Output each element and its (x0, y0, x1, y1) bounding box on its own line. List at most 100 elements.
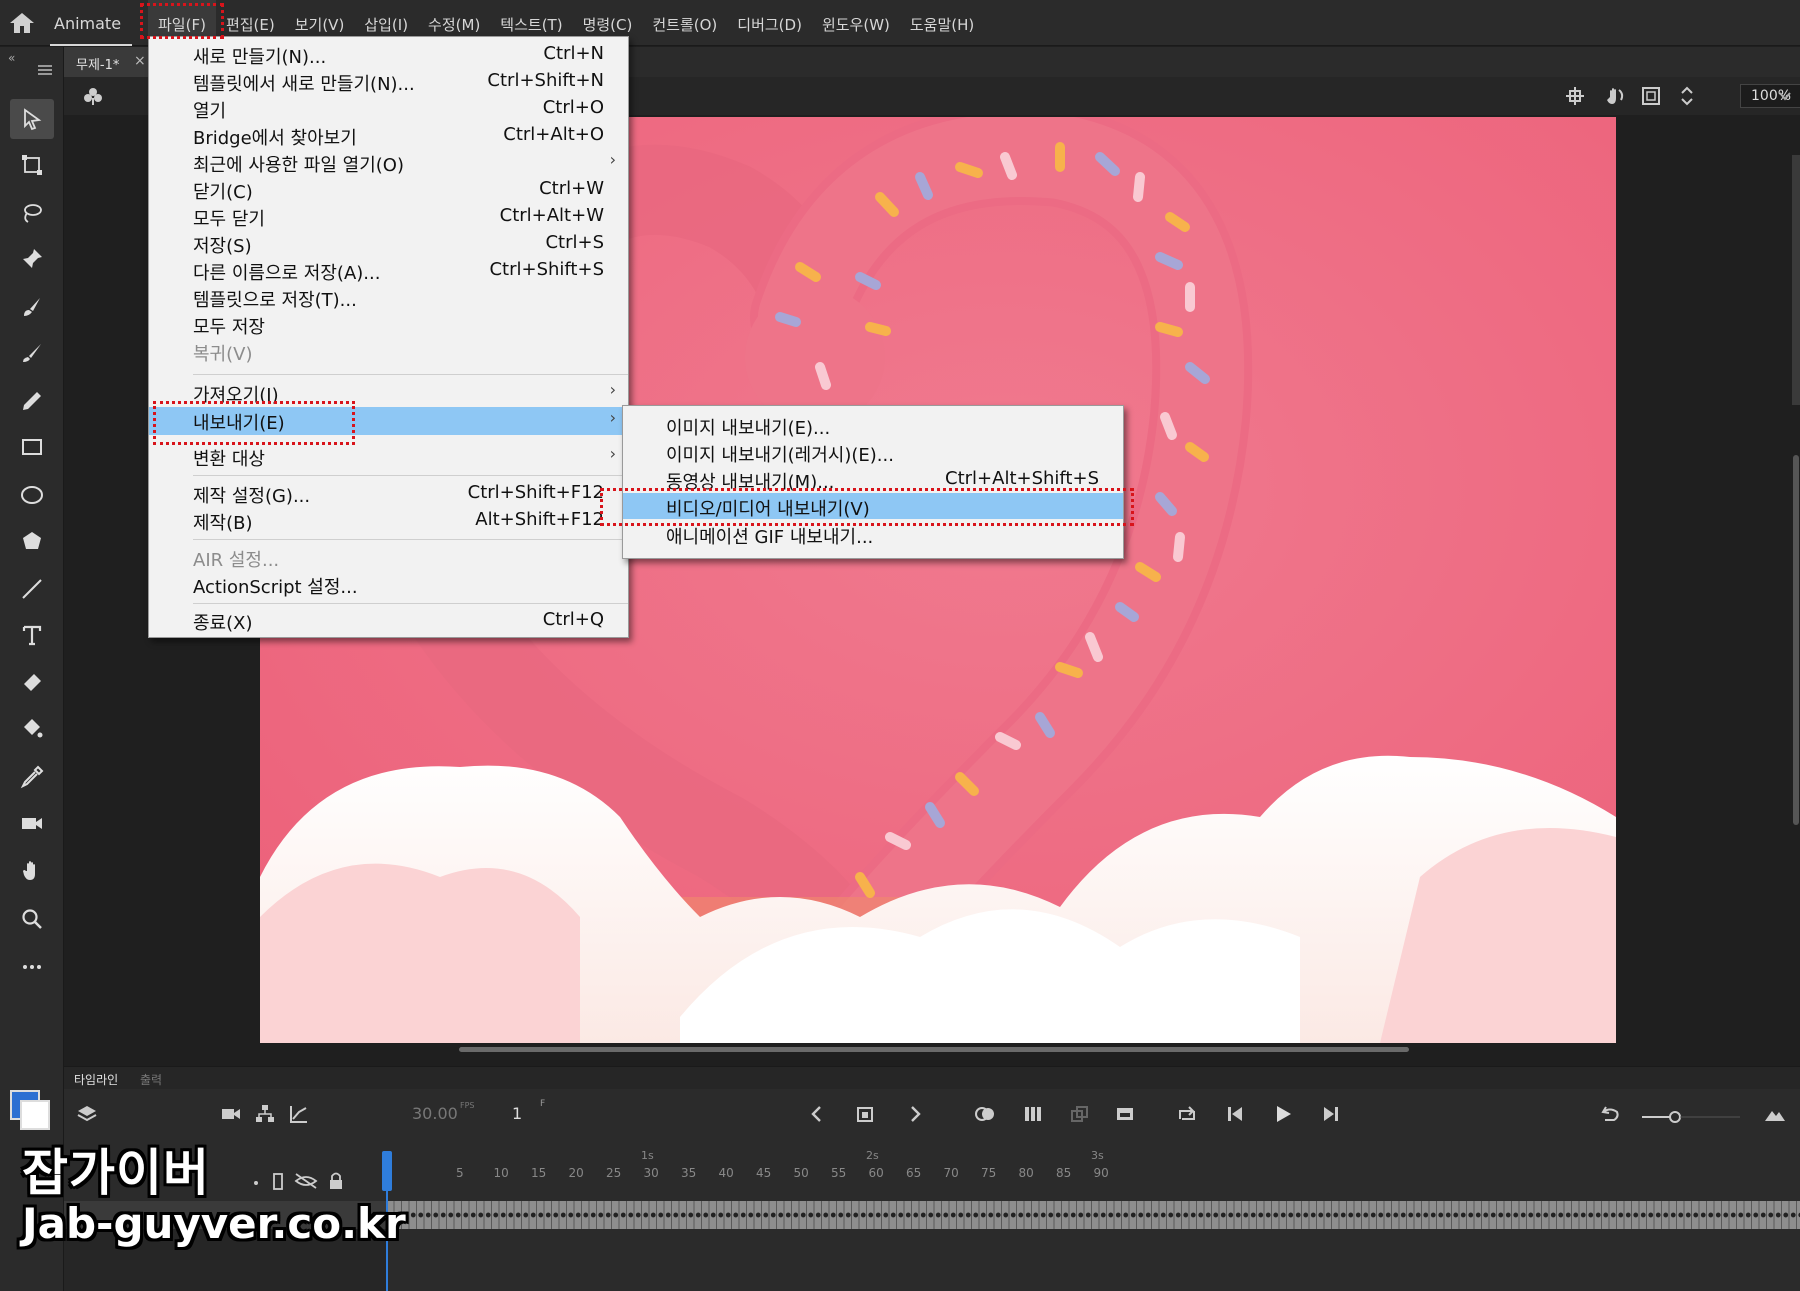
chevron-right-icon: › (609, 444, 616, 463)
play-icon[interactable] (1272, 1103, 1294, 1125)
frame-view-icon[interactable] (1114, 1103, 1136, 1125)
menu-item-save-as-template[interactable]: 템플릿으로 저장(T)... (149, 284, 628, 311)
fill-color-swatch[interactable] (20, 1100, 50, 1130)
frame-tick-label: 15 (531, 1166, 547, 1180)
menu-item-save[interactable]: 저장(S) Ctrl+S (149, 230, 628, 257)
loop-icon[interactable] (1176, 1103, 1198, 1125)
fps-value[interactable]: 30.00 (412, 1104, 458, 1123)
mountain-icon[interactable] (1764, 1103, 1786, 1125)
step-forward-icon[interactable] (1320, 1103, 1342, 1125)
more-tools-button[interactable] (10, 947, 54, 987)
eraser-tool[interactable] (10, 663, 54, 703)
menu-item-export-image-legacy[interactable]: 이미지 내보내기(레거시)(E)... (623, 439, 1123, 466)
timeline-panel: 타임라인 출력 30.00 FPS 1 F 5 10 15 20 25 30 3… (64, 1066, 1800, 1291)
snap-icon[interactable] (1564, 85, 1586, 107)
menu-item-new[interactable]: 새로 만들기(N)... Ctrl+N (149, 41, 628, 68)
selection-tool[interactable] (10, 99, 54, 139)
frame-tick-label: 35 (681, 1166, 697, 1180)
eyedropper-tool[interactable] (10, 757, 54, 797)
menu-item-open-recent[interactable]: 최근에 사용한 파일 열기(O) › (149, 149, 628, 176)
panel-menu-icon[interactable] (38, 65, 52, 75)
camera-icon[interactable] (220, 1103, 242, 1125)
app-name[interactable]: Animate (54, 14, 121, 33)
chevron-left-icon[interactable] (806, 1103, 828, 1125)
free-transform-tool[interactable] (10, 145, 54, 185)
zoom-tool[interactable] (10, 899, 54, 939)
close-icon[interactable]: × (134, 53, 146, 69)
menu-item-exit[interactable]: 종료(X) Ctrl+Q (149, 607, 628, 634)
menu-item-save-as[interactable]: 다른 이름으로 저장(A)... Ctrl+Shift+S (149, 257, 628, 284)
rotate-stage-icon[interactable] (1604, 85, 1626, 107)
menu-item-import[interactable]: 가져오기(I) › (149, 379, 628, 406)
menu-item-convert-to[interactable]: 변환 대상 › (149, 443, 628, 470)
vertical-scrollbar[interactable] (1793, 455, 1799, 825)
home-icon[interactable] (8, 11, 36, 35)
chevron-right-icon[interactable] (904, 1103, 926, 1125)
menu-item-export-animated-gif[interactable]: 애니메이션 GIF 내보내기... (623, 521, 1123, 548)
menu-item-actionscript-settings[interactable]: ActionScript 설정... (149, 571, 628, 598)
menu-item-close-all[interactable]: 모두 닫기 Ctrl+Alt+W (149, 203, 628, 230)
menu-item-open[interactable]: 열기 Ctrl+O (149, 95, 628, 122)
menu-debug[interactable]: 디버그(D) (727, 0, 812, 46)
menu-item-browse-in-bridge[interactable]: Bridge에서 찾아보기 Ctrl+Alt+O (149, 122, 628, 149)
tab-timeline[interactable]: 타임라인 (74, 1071, 118, 1088)
horizontal-scrollbar[interactable] (459, 1047, 1409, 1052)
polystar-tool[interactable] (10, 521, 54, 561)
line-tool[interactable] (10, 569, 54, 609)
pin-tool[interactable] (10, 239, 54, 279)
parent-view-icon[interactable] (254, 1103, 276, 1125)
menu-item-save-all[interactable]: 모두 저장 (149, 311, 628, 338)
rectangle-tool[interactable] (10, 427, 54, 467)
clip-content-icon[interactable] (1640, 85, 1662, 107)
layers-icon[interactable] (76, 1103, 98, 1125)
menu-item-new-from-template[interactable]: 템플릿에서 새로 만들기(N)... Ctrl+Shift+N (149, 68, 628, 95)
menu-item-label: 복귀(V) (193, 344, 253, 365)
paint-brush-tool[interactable] (10, 287, 54, 327)
menu-item-shortcut: Ctrl+N (543, 43, 604, 64)
edit-multiple-frames-icon[interactable] (1022, 1103, 1044, 1125)
frame-ruler[interactable]: 5 10 15 20 25 30 35 40 45 50 55 60 65 70 75 80 85 90 1s 2s 3… (386, 1149, 1800, 1189)
undo-icon[interactable] (1600, 1103, 1622, 1125)
brush-tool[interactable] (10, 333, 54, 373)
layer-toggle-icons[interactable] (250, 1171, 360, 1191)
text-tool[interactable] (10, 615, 54, 655)
lasso-tool[interactable] (10, 193, 54, 233)
menu-item-publish-settings[interactable]: 제작 설정(G)... Ctrl+Shift+F12 (149, 480, 628, 507)
menu-item-air-settings: AIR 설정... (149, 544, 628, 571)
menu-item-publish[interactable]: 제작(B) Alt+Shift+F12 (149, 507, 628, 534)
frame-cells[interactable] (386, 1201, 1800, 1229)
hand-tool[interactable] (10, 851, 54, 891)
menu-item-label: 내보내기(E) (193, 413, 285, 434)
menu-item-close[interactable]: 닫기(C) Ctrl+W (149, 176, 628, 203)
menu-item-export-movie[interactable]: 동영상 내보내기(M)... Ctrl+Alt+Shift+S (623, 466, 1123, 493)
menu-help[interactable]: 도움말(H) (900, 0, 984, 46)
pencil-tool[interactable] (10, 381, 54, 421)
tab-output[interactable]: 출력 (140, 1071, 162, 1088)
camera-tool[interactable] (10, 803, 54, 843)
menu-item-export-image[interactable]: 이미지 내보내기(E)... (623, 412, 1123, 439)
scene-icon[interactable] (82, 85, 104, 107)
paint-bucket-tool[interactable] (10, 709, 54, 749)
frame-tick-label: 65 (906, 1166, 922, 1180)
step-back-icon[interactable] (1224, 1103, 1246, 1125)
frame-tick-label: 20 (568, 1166, 584, 1180)
menu-item-export[interactable]: 내보내기(E) › (149, 407, 628, 435)
current-frame-value[interactable]: 1 (512, 1104, 522, 1123)
menu-separator (193, 475, 628, 476)
insert-keyframe-icon[interactable] (854, 1103, 876, 1125)
playhead[interactable] (382, 1151, 392, 1191)
chevron-down-icon[interactable] (1778, 89, 1792, 103)
center-frame-icon[interactable] (1068, 1103, 1090, 1125)
oval-tool[interactable] (10, 475, 54, 515)
timeline-tabs: 타임라인 출력 (64, 1067, 1800, 1089)
collapse-icon[interactable]: « (8, 51, 15, 65)
menu-item-shortcut: Ctrl+Shift+S (489, 259, 604, 280)
zoom-slider[interactable] (1640, 1111, 1760, 1123)
paint-bucket-icon (24, 719, 43, 738)
zoom-stepper-icon[interactable] (1676, 85, 1698, 107)
menu-window[interactable]: 윈도우(W) (812, 0, 900, 46)
onion-skin-icon[interactable] (974, 1103, 996, 1125)
menu-item-export-video-media[interactable]: 비디오/미디어 내보내기(V) (623, 493, 1123, 520)
graph-icon[interactable] (288, 1103, 310, 1125)
menu-control[interactable]: 컨트롤(O) (642, 0, 727, 46)
